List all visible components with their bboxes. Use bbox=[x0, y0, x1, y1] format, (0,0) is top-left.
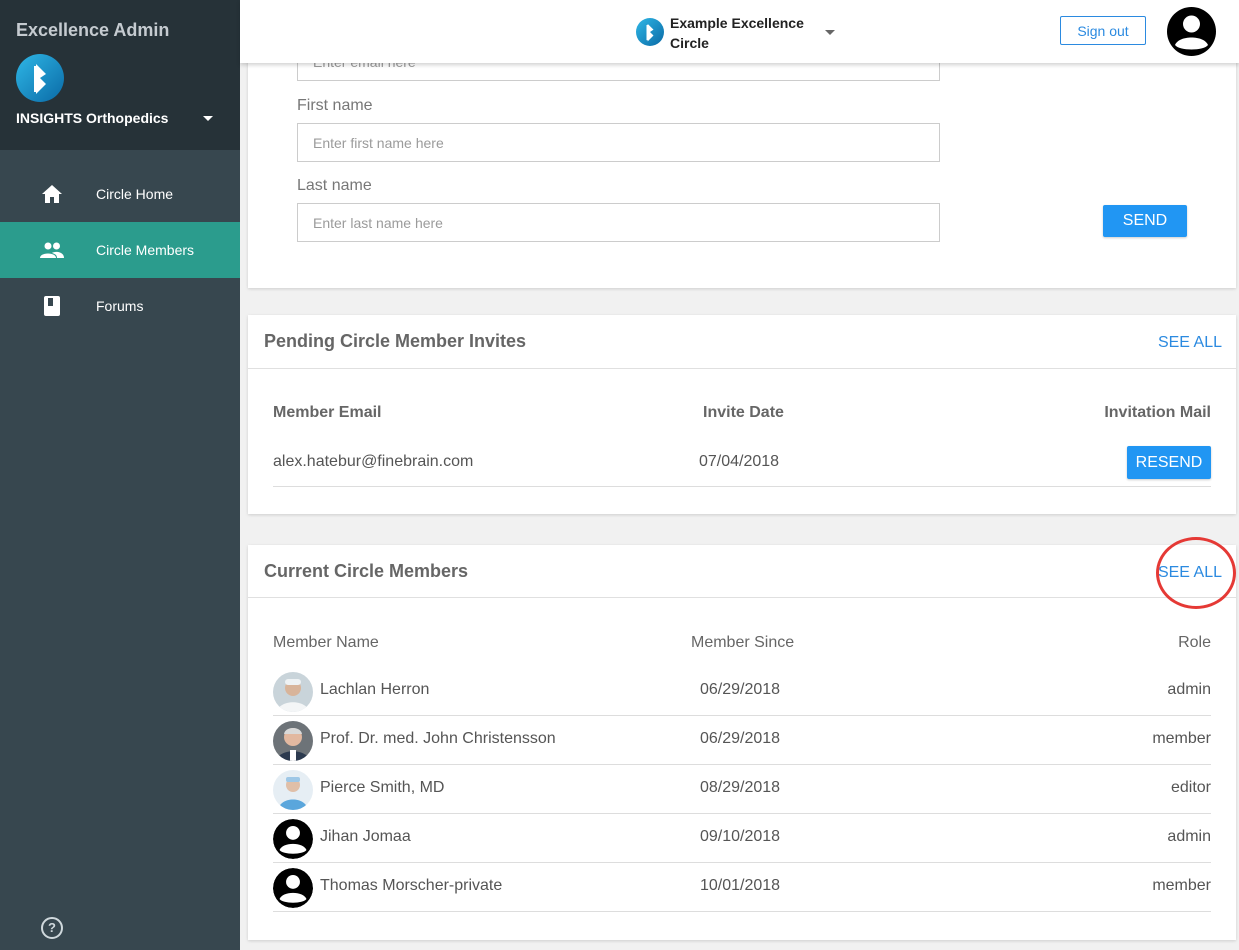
members-see-all-link[interactable]: SEE ALL bbox=[1158, 564, 1222, 582]
book-icon bbox=[40, 294, 64, 318]
sidebar-item-circle-members[interactable]: Circle Members bbox=[0, 222, 240, 278]
member-since: 08/29/2018 bbox=[700, 779, 781, 796]
member-role: admin bbox=[1167, 828, 1211, 845]
pending-invites-title: Pending Circle Member Invites bbox=[264, 331, 527, 351]
avatar bbox=[273, 672, 313, 712]
app-title: Excellence Admin bbox=[16, 20, 170, 40]
send-button[interactable]: SEND bbox=[1103, 205, 1187, 237]
circle-logo bbox=[636, 18, 664, 46]
sidebar-item-label: Forums bbox=[96, 298, 144, 314]
sidebar-item-label: Circle Home bbox=[96, 186, 174, 202]
first-name-label: First name bbox=[297, 97, 373, 114]
table-row[interactable]: Prof. Dr. med. John Christensson 06/29/2… bbox=[273, 716, 1211, 765]
divider bbox=[248, 368, 1236, 369]
chevron-down-icon[interactable] bbox=[825, 30, 835, 35]
member-name: Jihan Jomaa bbox=[320, 828, 411, 845]
sidebar-item-circle-home[interactable]: Circle Home bbox=[0, 166, 240, 222]
column-header-invitation-mail: Invitation Mail bbox=[1104, 404, 1211, 421]
column-header-member-name: Member Name bbox=[273, 634, 379, 651]
chevron-down-icon[interactable] bbox=[203, 116, 213, 121]
org-selector[interactable]: INSIGHTS Orthopedics bbox=[16, 110, 168, 126]
column-header-role: Role bbox=[1178, 634, 1211, 651]
default-avatar-icon bbox=[273, 868, 313, 908]
member-since: 06/29/2018 bbox=[700, 730, 781, 747]
sidebar-header: Excellence Admin INSIGHTS Orthopedics bbox=[0, 0, 240, 150]
last-name-field[interactable] bbox=[297, 203, 940, 242]
table-row[interactable]: Thomas Morscher-private 10/01/2018 membe… bbox=[273, 863, 1211, 912]
sidebar-item-forums[interactable]: Forums bbox=[0, 278, 240, 334]
pending-see-all-link[interactable]: SEE ALL bbox=[1158, 334, 1222, 352]
member-role: member bbox=[1152, 730, 1211, 747]
member-since: 06/29/2018 bbox=[700, 681, 781, 698]
table-row[interactable]: Lachlan Herron 06/29/2018 admin bbox=[273, 667, 1211, 716]
row-divider bbox=[273, 911, 1211, 912]
sidebar-item-label: Circle Members bbox=[96, 242, 195, 258]
invite-member-card: First name Last name SEND bbox=[248, 40, 1236, 288]
table-row[interactable]: Pierce Smith, MD 08/29/2018 editor bbox=[273, 765, 1211, 814]
help-icon[interactable]: ? bbox=[41, 917, 63, 939]
resend-button[interactable]: RESEND bbox=[1127, 446, 1211, 479]
member-role: editor bbox=[1170, 779, 1211, 796]
pending-invite-date: 07/04/2018 bbox=[699, 453, 780, 470]
row-divider bbox=[273, 486, 1211, 487]
last-name-label: Last name bbox=[297, 177, 372, 194]
divider bbox=[248, 597, 1236, 598]
member-since: 09/10/2018 bbox=[700, 828, 781, 845]
member-name: Prof. Dr. med. John Christensson bbox=[320, 730, 556, 747]
member-name: Thomas Morscher-private bbox=[320, 877, 503, 894]
circle-selector[interactable]: Example Excellence Circle bbox=[670, 13, 810, 53]
home-icon bbox=[40, 182, 64, 206]
member-name: Pierce Smith, MD bbox=[320, 779, 445, 796]
avatar bbox=[273, 770, 313, 810]
column-header-member-since: Member Since bbox=[691, 634, 795, 651]
org-logo bbox=[16, 54, 64, 102]
avatar bbox=[273, 721, 313, 761]
user-avatar-icon[interactable] bbox=[1167, 7, 1216, 56]
pending-invites-card: Pending Circle Member Invites SEE ALL Me… bbox=[248, 315, 1236, 514]
top-bar: Example Excellence Circle Sign out bbox=[240, 0, 1239, 63]
sidebar: Excellence Admin INSIGHTS Orthopedics Ci… bbox=[0, 0, 240, 950]
column-header-email: Member Email bbox=[273, 404, 382, 421]
column-header-invite-date: Invite Date bbox=[703, 404, 784, 421]
member-name: Lachlan Herron bbox=[320, 681, 430, 698]
sign-out-button[interactable]: Sign out bbox=[1060, 16, 1146, 45]
current-members-card: Current Circle Members SEE ALL Member Na… bbox=[248, 545, 1236, 940]
pending-email: alex.hatebur@finebrain.com bbox=[273, 453, 474, 470]
current-members-title: Current Circle Members bbox=[264, 561, 469, 581]
member-since: 10/01/2018 bbox=[700, 877, 781, 894]
default-avatar-icon bbox=[273, 819, 313, 859]
member-role: admin bbox=[1167, 681, 1211, 698]
people-icon bbox=[40, 238, 64, 262]
first-name-field[interactable] bbox=[297, 123, 940, 162]
member-role: member bbox=[1152, 877, 1211, 894]
table-row[interactable]: Jihan Jomaa 09/10/2018 admin bbox=[273, 814, 1211, 863]
